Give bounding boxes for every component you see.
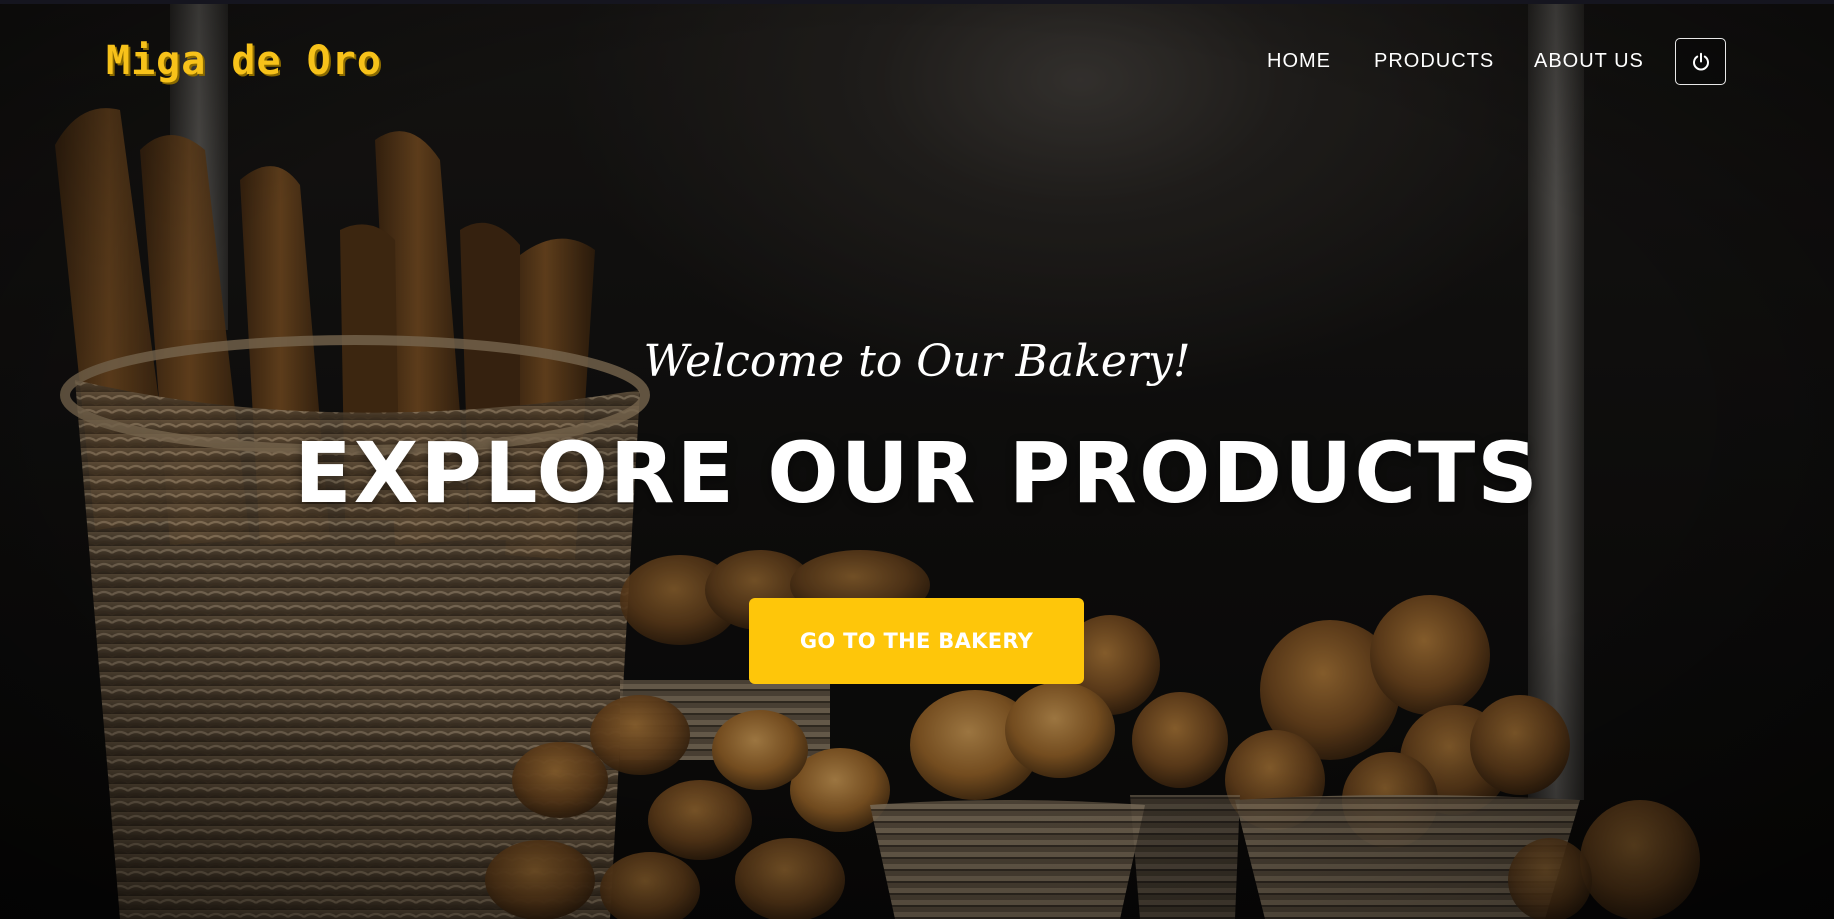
power-button[interactable] (1675, 38, 1726, 85)
go-to-bakery-button[interactable]: GO TO THE BAKERY (749, 598, 1084, 684)
nav-link-about-us[interactable]: ABOUT US (1534, 50, 1644, 73)
power-icon (1692, 52, 1709, 70)
brand-logo[interactable]: Miga de Oro (106, 38, 382, 84)
nav-link-products[interactable]: PRODUCTS (1374, 50, 1494, 73)
top-border (0, 0, 1834, 4)
welcome-tagline: Welcome to Our Bakery! (643, 336, 1191, 387)
hero-headline: EXPLORE OUR PRODUCTS (294, 424, 1540, 522)
nav-link-home[interactable]: HOME (1267, 50, 1331, 73)
